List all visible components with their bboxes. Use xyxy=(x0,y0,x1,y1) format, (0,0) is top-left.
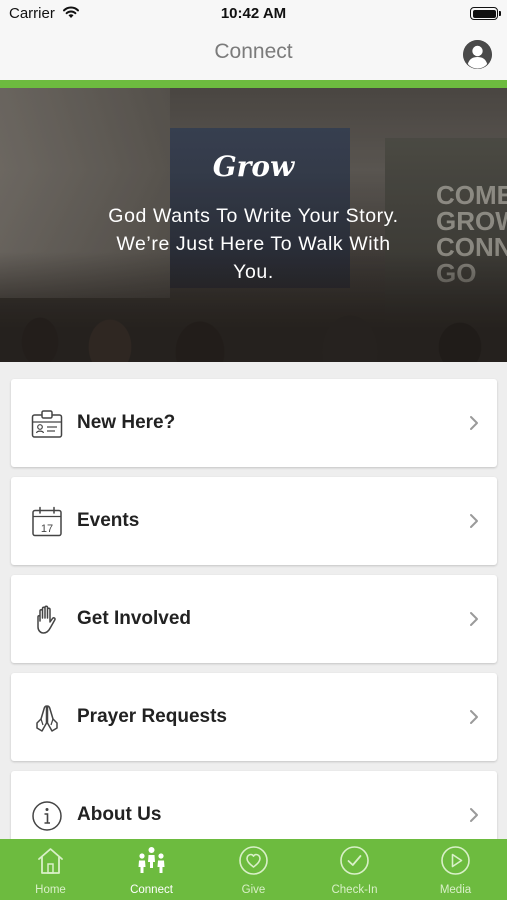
people-icon xyxy=(138,847,165,873)
home-icon xyxy=(38,848,63,874)
menu-item-events[interactable]: 17 Events xyxy=(11,477,497,565)
chevron-right-icon xyxy=(470,612,478,626)
tab-label: Give xyxy=(241,884,266,896)
calendar-date-text: 17 xyxy=(41,523,53,535)
tab-label: Connect xyxy=(130,884,173,896)
id-badge-icon xyxy=(31,410,63,438)
menu-item-label: Events xyxy=(77,510,140,531)
praying-hands-icon xyxy=(36,705,58,732)
accent-bar xyxy=(0,80,507,88)
tab-media[interactable]: Media xyxy=(405,839,506,900)
clock: 10:42 AM xyxy=(220,5,287,22)
user-avatar-icon xyxy=(463,40,492,69)
calendar-icon: 17 xyxy=(32,506,62,537)
page-title: Connect xyxy=(214,40,293,63)
tab-connect[interactable]: Connect xyxy=(101,839,202,900)
tab-label: Media xyxy=(439,884,472,896)
menu-item-new-here[interactable]: New Here? xyxy=(11,379,497,467)
heart-circle-icon xyxy=(239,846,268,875)
hero-heading: Grow xyxy=(212,150,295,183)
chevron-right-icon xyxy=(470,416,478,430)
play-circle-icon xyxy=(441,846,470,875)
menu-item-label: Prayer Requests xyxy=(77,706,227,727)
raised-hand-icon xyxy=(37,605,56,634)
tab-label: Home xyxy=(35,884,66,896)
menu-item-label: New Here? xyxy=(77,412,176,433)
tab-check-in[interactable]: Check-In xyxy=(304,839,405,900)
tab-give[interactable]: Give xyxy=(203,839,304,900)
app-screen: Carrier 10:42 AM Connect COME GROW CONN … xyxy=(0,0,507,900)
status-bar: Carrier 10:42 AM xyxy=(0,0,507,28)
profile-button[interactable] xyxy=(463,40,492,69)
menu-item-label: Get Involved xyxy=(77,608,192,629)
battery-icon xyxy=(470,7,501,20)
tab-bar: Home Connect Give Check-In Media xyxy=(0,839,507,900)
connect-menu: New Here? 17 Events Get Involved Prayer … xyxy=(11,379,497,869)
hero-tagline: God Wants To Write Your Story. We’re Jus… xyxy=(108,205,399,283)
chevron-right-icon xyxy=(470,808,478,822)
check-circle-icon xyxy=(340,846,369,875)
menu-item-get-involved[interactable]: Get Involved xyxy=(11,575,497,663)
chevron-right-icon xyxy=(470,514,478,528)
tab-home[interactable]: Home xyxy=(0,839,101,900)
navigation-bar: Connect xyxy=(0,28,507,80)
menu-item-label: About Us xyxy=(77,804,162,825)
tab-label: Check-In xyxy=(331,884,378,896)
hero-banner: COME GROW CONN GO Grow God Wants To Writ… xyxy=(0,88,507,362)
menu-item-prayer-requests[interactable]: Prayer Requests xyxy=(11,673,497,761)
chevron-right-icon xyxy=(470,710,478,724)
info-icon xyxy=(32,801,62,831)
